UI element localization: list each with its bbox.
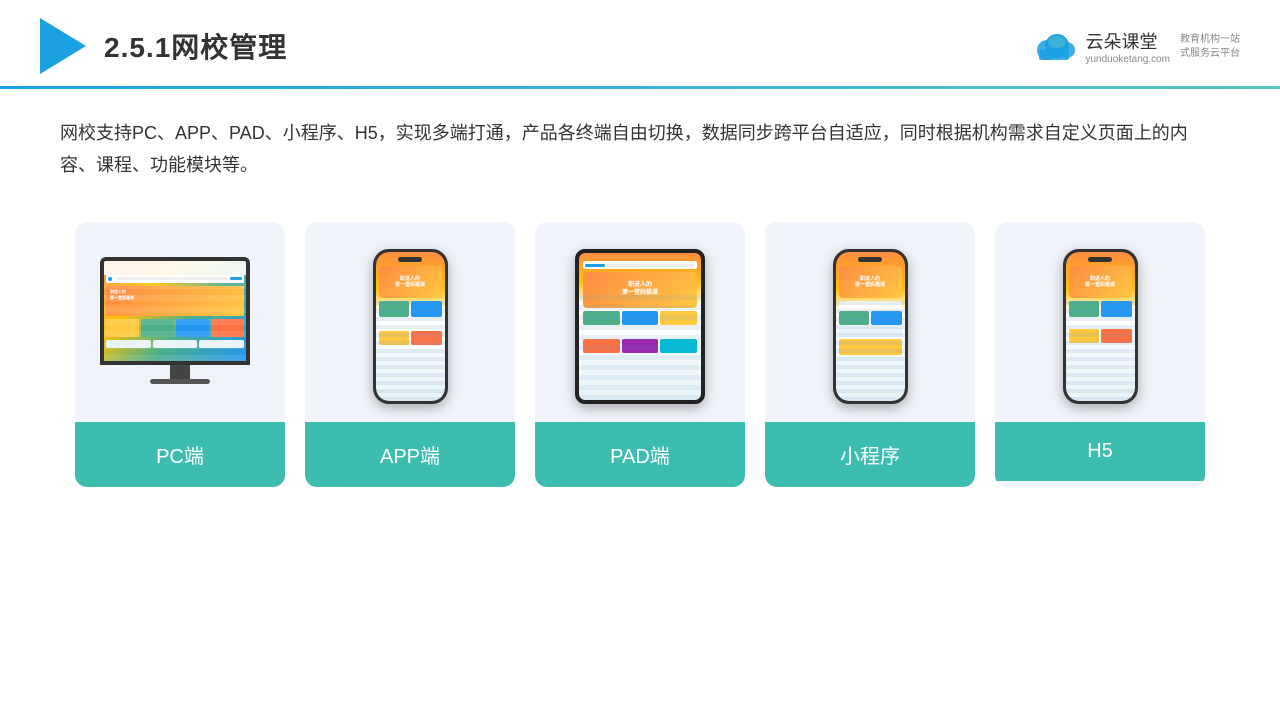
card-h5-image: 职进人的第一堂妈猫课 (995, 222, 1205, 422)
pc-monitor: 职进人的第一堂妈猫课 (100, 257, 250, 365)
app-phone-device: 职进人的第一堂妈猫课 (373, 249, 448, 404)
description-text: 网校支持PC、APP、PAD、小程序、H5，实现多端打通，产品各终端自由切换，数… (0, 89, 1280, 192)
card-pad-label: PAD端 (535, 422, 745, 487)
card-miniprogram-label: 小程序 (765, 422, 975, 487)
app-phone-screen: 职进人的第一堂妈猫课 (376, 252, 445, 401)
card-miniprogram: 职进人的第一堂妈猫课 小程序 (765, 222, 975, 487)
card-pc-label: PC端 (75, 422, 285, 487)
logo-triangle (40, 18, 86, 74)
card-miniprogram-image: 职进人的第一堂妈猫课 (765, 222, 975, 422)
card-app-label: APP端 (305, 422, 515, 487)
card-app-image: 职进人的第一堂妈猫课 (305, 222, 515, 422)
brand-url: yunduoketang.com (1085, 54, 1170, 65)
pc-device: 职进人的第一堂妈猫课 (100, 257, 260, 397)
brand-tagline: 教育机构一站式服务云平台 (1180, 33, 1240, 61)
card-h5: 职进人的第一堂妈猫课 H5 (995, 222, 1205, 487)
h5-phone-screen: 职进人的第一堂妈猫课 (1066, 252, 1135, 401)
card-pad: 职进人的第一堂妈猫课 (535, 222, 745, 487)
page-title: 2.5.1网校管理 (104, 26, 287, 66)
miniprogram-phone-screen: 职进人的第一堂妈猫课 (836, 252, 905, 401)
card-app: 职进人的第一堂妈猫课 APP端 (305, 222, 515, 487)
pc-stand (170, 365, 190, 379)
miniprogram-phone-device: 职进人的第一堂妈猫课 (833, 249, 908, 404)
pc-screen: 职进人的第一堂妈猫课 (104, 261, 246, 361)
pc-base (150, 379, 210, 384)
cloud-icon (1031, 28, 1079, 64)
page-header: 2.5.1网校管理 云朵课堂 yunduoketang.com 教育机构一站式服… (0, 0, 1280, 74)
brand-logo: 云朵课堂 yunduoketang.com 教育机构一站式服务云平台 (1031, 28, 1240, 65)
h5-phone-device: 职进人的第一堂妈猫课 (1063, 249, 1138, 404)
pad-tablet-device: 职进人的第一堂妈猫课 (575, 249, 705, 404)
brand-name: 云朵课堂 (1085, 28, 1170, 54)
card-pc-image: 职进人的第一堂妈猫课 (75, 222, 285, 422)
card-pc: 职进人的第一堂妈猫课 (75, 222, 285, 487)
pad-tablet-screen: 职进人的第一堂妈猫课 (579, 253, 701, 400)
device-cards-container: 职进人的第一堂妈猫课 (0, 192, 1280, 517)
card-h5-label: H5 (995, 422, 1205, 481)
card-pad-image: 职进人的第一堂妈猫课 (535, 222, 745, 422)
